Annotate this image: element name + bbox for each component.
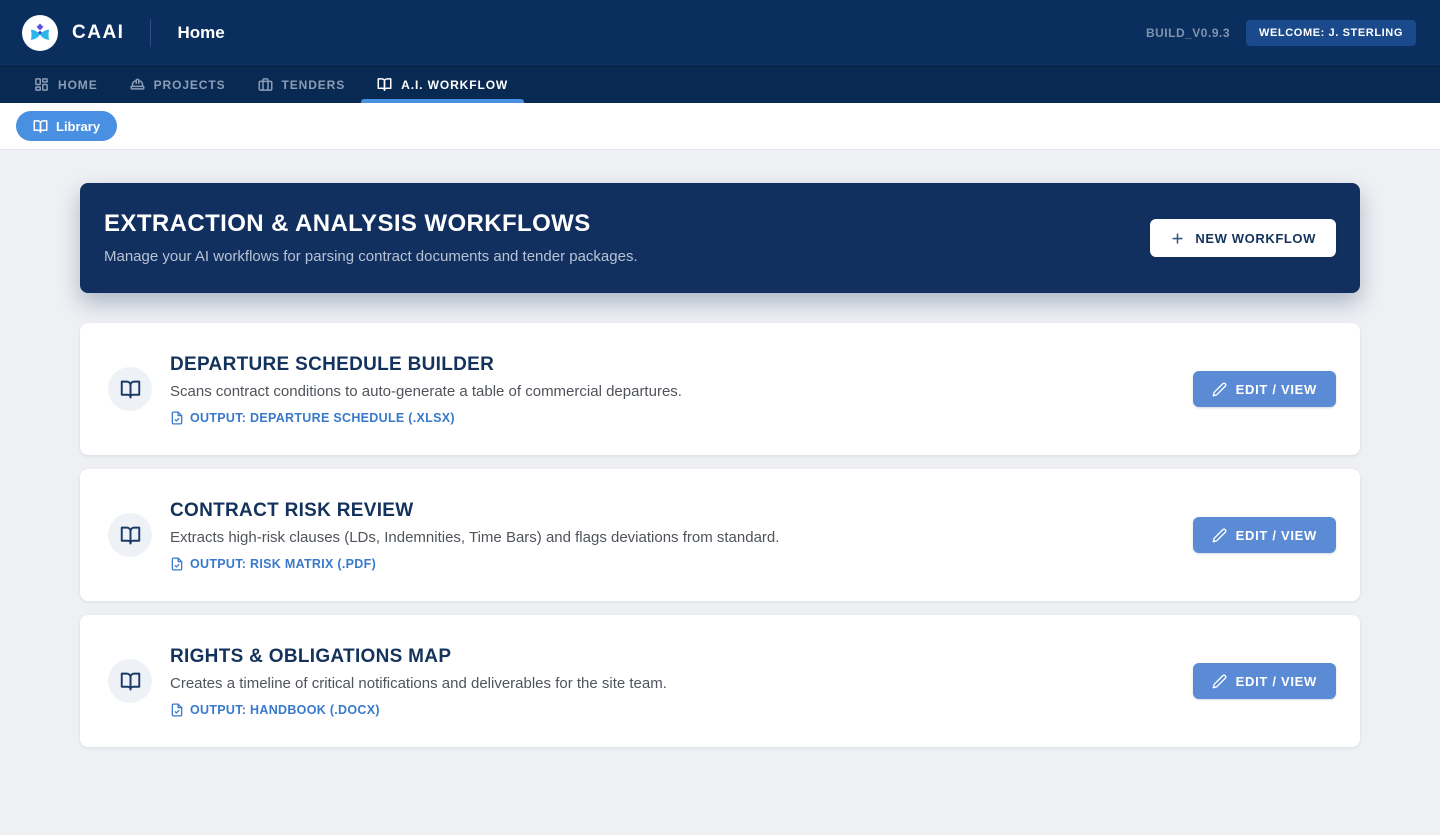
nav-tab-home[interactable]: HOME xyxy=(18,66,114,103)
briefcase-icon xyxy=(258,78,272,91)
workflow-description: Creates a timeline of critical notificat… xyxy=(170,674,667,692)
brand-name: CAAI xyxy=(72,22,125,43)
book-open-icon xyxy=(120,526,140,544)
hardhat-icon xyxy=(130,78,145,90)
edit-view-label: EDIT / VIEW xyxy=(1235,673,1317,689)
page-title: Home xyxy=(177,23,225,42)
nav-tab-label: PROJECTS xyxy=(153,77,226,92)
workflows-hero-panel: EXTRACTION & ANALYSIS WORKFLOWS Manage y… xyxy=(80,183,1360,293)
app-logo xyxy=(22,15,58,51)
workflow-title: DEPARTURE SCHEDULE BUILDER xyxy=(170,353,495,375)
workflow-avatar xyxy=(108,367,152,411)
file-check-icon xyxy=(171,703,183,716)
hero-subtitle: Manage your AI workflows for parsing con… xyxy=(104,248,638,265)
workflow-output-link[interactable]: OUTPUT: RISK MATRIX (.PDF) xyxy=(170,557,1193,571)
sub-toolbar: Library xyxy=(0,103,1440,150)
workflow-description: Scans contract conditions to auto-genera… xyxy=(170,382,682,400)
nav-tab-label: A.I. WORKFLOW xyxy=(401,77,509,92)
pencil-icon xyxy=(1212,674,1227,688)
edit-view-label: EDIT / VIEW xyxy=(1235,381,1317,397)
pencil-icon xyxy=(1212,528,1227,542)
welcome-user-badge[interactable]: WELCOME: J. STERLING xyxy=(1246,20,1416,46)
main-content: EXTRACTION & ANALYSIS WORKFLOWS Manage y… xyxy=(0,150,1440,747)
library-button-label: Library xyxy=(56,118,101,134)
workflow-card-rights-obligations: RIGHTS & OBLIGATIONS MAP Creates a timel… xyxy=(80,615,1360,747)
nav-tab-tenders[interactable]: TENDERS xyxy=(242,66,362,103)
book-open-icon xyxy=(120,380,140,398)
workflow-description: Extracts high-risk clauses (LDs, Indemni… xyxy=(170,528,780,546)
nav-tab-ai-workflow[interactable]: A.I. WORKFLOW xyxy=(361,66,525,103)
workflow-output-label: OUTPUT: DEPARTURE SCHEDULE (.XLSX) xyxy=(190,410,455,425)
edit-view-button[interactable]: EDIT / VIEW xyxy=(1192,517,1336,553)
new-workflow-button[interactable]: NEW WORKFLOW xyxy=(1150,219,1336,257)
workflow-avatar xyxy=(108,659,152,703)
edit-view-button[interactable]: EDIT / VIEW xyxy=(1192,371,1336,407)
lotus-logo-icon xyxy=(30,23,50,40)
plus-icon xyxy=(1172,232,1184,244)
workflow-output-label: OUTPUT: HANDBOOK (.DOCX) xyxy=(190,702,380,717)
nav-tab-label: HOME xyxy=(58,77,98,92)
pencil-icon xyxy=(1212,382,1227,396)
workflow-card-contract-risk: CONTRACT RISK REVIEW Extracts high-risk … xyxy=(80,469,1360,601)
book-open-icon xyxy=(120,672,140,690)
file-check-icon xyxy=(171,557,183,570)
edit-view-label: EDIT / VIEW xyxy=(1235,527,1317,543)
dashboard-icon xyxy=(35,78,48,91)
workflow-output-label: OUTPUT: RISK MATRIX (.PDF) xyxy=(190,556,377,571)
file-check-icon xyxy=(171,411,183,424)
workflow-output-link[interactable]: OUTPUT: HANDBOOK (.DOCX) xyxy=(170,703,1193,717)
book-open-icon xyxy=(377,78,392,91)
workflow-card-list: DEPARTURE SCHEDULE BUILDER Scans contrac… xyxy=(80,323,1360,747)
app-header: CAAI Home BUILD_V0.9.3 WELCOME: J. STERL… xyxy=(0,0,1440,66)
nav-tab-label: TENDERS xyxy=(281,77,346,92)
hero-title: EXTRACTION & ANALYSIS WORKFLOWS xyxy=(104,210,591,237)
new-workflow-label: NEW WORKFLOW xyxy=(1195,230,1316,246)
nav-tab-projects[interactable]: PROJECTS xyxy=(114,66,242,103)
library-button[interactable]: Library xyxy=(16,111,118,141)
main-navbar: HOME PROJECTS TENDERS A.I. WORKFLOW xyxy=(0,66,1440,103)
book-open-icon xyxy=(33,119,48,133)
header-divider xyxy=(150,19,152,47)
workflow-output-link[interactable]: OUTPUT: DEPARTURE SCHEDULE (.XLSX) xyxy=(170,411,1193,425)
build-version-label: BUILD_V0.9.3 xyxy=(1145,26,1230,40)
workflow-avatar xyxy=(108,513,152,557)
edit-view-button[interactable]: EDIT / VIEW xyxy=(1192,663,1336,699)
workflow-title: RIGHTS & OBLIGATIONS MAP xyxy=(170,645,452,667)
workflow-card-departure-schedule: DEPARTURE SCHEDULE BUILDER Scans contrac… xyxy=(80,323,1360,455)
workflow-title: CONTRACT RISK REVIEW xyxy=(170,499,414,521)
